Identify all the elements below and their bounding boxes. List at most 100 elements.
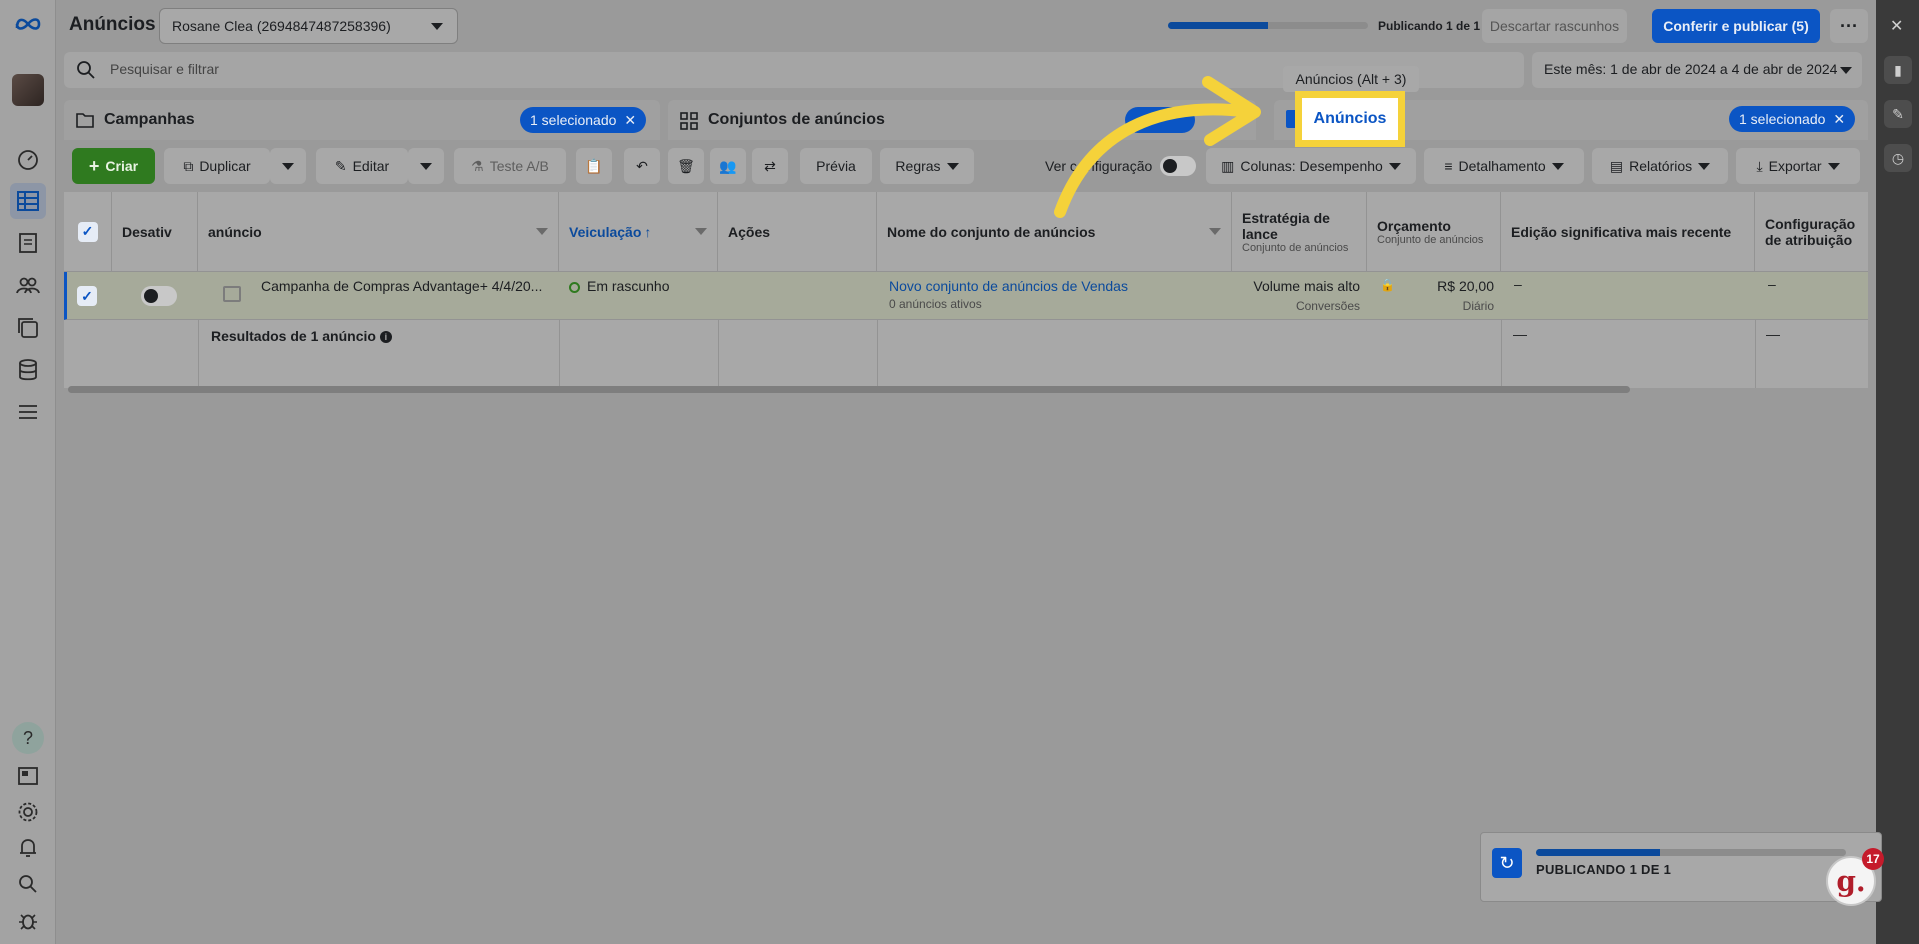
menu-icon[interactable] — [14, 398, 42, 426]
attribution-value: – — [1768, 276, 1776, 292]
create-button[interactable]: + Criar — [72, 148, 155, 184]
select-all-checkbox[interactable]: ✓ — [77, 221, 98, 242]
edit-button[interactable]: ✎ Editar — [316, 148, 408, 184]
tab-label: Campanhas — [104, 111, 195, 128]
status-dot-icon — [569, 282, 580, 293]
audience-icon[interactable] — [14, 271, 42, 299]
reports-label: Relatórios — [1629, 158, 1693, 174]
search-icon — [77, 61, 95, 79]
header-delivery[interactable]: Veiculação ↑ — [559, 192, 718, 272]
dashboard-icon[interactable] — [14, 146, 42, 174]
export-button[interactable]: ⤓ Exportar — [1736, 148, 1860, 184]
undo-button[interactable]: ↶ — [624, 148, 660, 184]
ab-test-button[interactable]: ⚗ Teste A/B — [454, 148, 566, 184]
row-checkbox[interactable]: ✓ — [77, 286, 97, 306]
creative-icon[interactable] — [14, 314, 42, 342]
table-row[interactable]: ✓ Campanha de Compras Advantage+ 4/4/20.… — [64, 272, 1868, 320]
adset-link[interactable]: Novo conjunto de anúncios de Vendas — [889, 278, 1128, 294]
pencil-icon: ✎ — [334, 157, 347, 174]
search-icon[interactable] — [14, 870, 42, 898]
close-icon[interactable]: ✕ — [1890, 16, 1903, 36]
chevron-down-icon — [282, 162, 294, 170]
ad-name[interactable]: Campanha de Compras Advantage+ 4/4/20... — [261, 278, 551, 294]
notification-count-badge: 17 — [1862, 848, 1884, 870]
duplicate-label: Duplicar — [199, 158, 251, 174]
sort-arrow-icon: ↑ — [644, 223, 652, 240]
tab-label: Conjuntos de anúncios — [708, 111, 885, 128]
clipboard-button[interactable]: 📋 — [576, 148, 612, 184]
right-rail — [1876, 0, 1919, 944]
account-selector[interactable]: Rosane Clea (2694847487258396) — [159, 8, 458, 44]
ad-thumbnail-icon — [223, 286, 241, 302]
chevron-down-icon — [1551, 162, 1564, 170]
chevron-down-icon — [1388, 162, 1401, 170]
rules-button[interactable]: Regras — [880, 148, 974, 184]
header-actions[interactable]: Ações — [718, 192, 877, 272]
left-navigation-rail: ? — [0, 0, 56, 944]
clipboard-icon: 📋 — [585, 157, 603, 174]
header-attribution[interactable]: Configuração de atribuição — [1755, 192, 1868, 272]
chevron-down-icon — [1827, 162, 1840, 170]
breakdown-button[interactable]: ≡ Detalhamento — [1424, 148, 1584, 184]
undo-icon: ↶ — [636, 157, 648, 174]
row-toggle[interactable] — [141, 286, 177, 306]
edit-dropdown-button[interactable] — [408, 148, 444, 184]
bell-icon[interactable] — [14, 834, 42, 862]
budget-sub: Diário — [1462, 299, 1494, 313]
selected-badge[interactable]: 1 selecionado ✕ — [1729, 106, 1856, 132]
pages-icon[interactable] — [14, 229, 42, 257]
selected-badge[interactable]: 1 selecionado ✕ — [520, 107, 647, 133]
copy-icon: ⧉ — [183, 157, 194, 174]
discard-drafts-button[interactable]: Descartar rascunhos — [1482, 9, 1627, 43]
selected-count: 1 selecionado — [1739, 111, 1826, 127]
info-icon[interactable]: i — [379, 331, 392, 344]
bug-icon[interactable] — [14, 906, 42, 934]
tab-ads-highlight[interactable]: Anúncios — [1295, 91, 1405, 147]
news-icon[interactable] — [14, 762, 42, 790]
avatar[interactable] — [12, 74, 44, 106]
review-publish-button[interactable]: Conferir e publicar (5) — [1652, 9, 1820, 43]
help-icon[interactable]: ? — [12, 722, 44, 754]
table-icon[interactable] — [10, 183, 46, 219]
horizontal-scrollbar[interactable] — [68, 386, 1630, 393]
header-budget[interactable]: Orçamento Conjunto de anúncios — [1367, 192, 1501, 272]
breakdown-label: Detalhamento — [1458, 158, 1546, 174]
reports-button[interactable]: ▤ Relatórios — [1592, 148, 1728, 184]
delete-button[interactable]: 🗑 — [668, 148, 704, 184]
chevron-down-icon — [431, 23, 443, 30]
audience-button[interactable]: 👥 — [710, 148, 746, 184]
select-all-cell: ✓ — [64, 192, 112, 272]
page-title: Anúncios — [69, 14, 156, 35]
date-range-picker[interactable]: Este mês: 1 de abr de 2024 a 4 de abr de… — [1532, 52, 1862, 88]
refresh-icon: ↻ — [1492, 848, 1522, 878]
account-name: Rosane Clea (2694847487258396) — [172, 18, 391, 34]
billing-icon[interactable] — [14, 356, 42, 384]
header-off[interactable]: Desativ — [112, 192, 198, 272]
header-ad[interactable]: anúncio — [198, 192, 559, 272]
delivery-status: Em rascunho — [587, 278, 670, 294]
bid-strategy-value: Volume mais alto — [1253, 278, 1360, 294]
settings-icon[interactable] — [14, 798, 42, 826]
pencil-icon[interactable]: ✎ — [1884, 100, 1912, 128]
preview-button[interactable]: Prévia — [800, 148, 872, 184]
publishing-progress — [1168, 22, 1368, 29]
duplicate-dropdown-button[interactable] — [270, 148, 306, 184]
chevron-down-icon — [695, 228, 707, 235]
date-range-label: Este mês: 1 de abr de 2024 a 4 de abr de… — [1544, 61, 1838, 77]
chart-icon[interactable]: ▮ — [1884, 56, 1912, 84]
results-last-edit: — — [1513, 326, 1527, 342]
clock-icon[interactable]: ◷ — [1884, 144, 1912, 172]
meta-logo-icon[interactable] — [14, 10, 42, 38]
more-options-button[interactable]: ··· — [1830, 9, 1868, 43]
search-input[interactable]: Pesquisar e filtrar — [110, 61, 219, 77]
duplicate-button[interactable]: ⧉ Duplicar — [164, 148, 270, 184]
share-button[interactable]: ⇄ — [752, 148, 788, 184]
close-icon[interactable]: ✕ — [1833, 111, 1845, 128]
folder-icon — [76, 113, 94, 128]
close-icon[interactable]: ✕ — [624, 112, 636, 129]
trash-icon: 🗑 — [677, 157, 695, 174]
header-last-edit[interactable]: Edição significativa mais recente — [1501, 192, 1755, 272]
tab-campaigns[interactable]: Campanhas 1 selecionado ✕ — [64, 100, 660, 140]
selected-count: 1 selecionado — [530, 112, 617, 128]
chevron-down-icon — [1698, 162, 1711, 170]
